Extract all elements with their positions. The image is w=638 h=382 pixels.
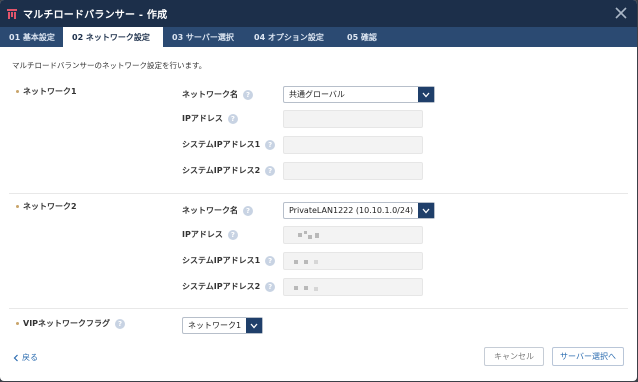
help-icon[interactable]: ?	[265, 165, 276, 176]
titlebar: マルチロードバランサー - 作成	[0, 0, 637, 27]
masked-value	[294, 286, 298, 290]
tab-confirm[interactable]: 05 確認	[337, 27, 390, 47]
network2-name-label: ネットワーク名 ?	[182, 205, 253, 216]
chevron-left-icon	[13, 354, 18, 361]
section-divider	[9, 308, 628, 309]
page-description: マルチロードバランサーのネットワーク設定を行います。	[12, 61, 207, 70]
network1-sys-ip2-label: システムIPアドレス2 ?	[182, 165, 276, 176]
masked-value	[304, 286, 308, 290]
network2-name-select[interactable]: PrivateLAN1222 (10.10.1.0/24)	[283, 202, 435, 219]
vip-flag-label: VIPネットワークフラグ ?	[16, 318, 126, 329]
network2-sys-ip1-label: システムIPアドレス1 ?	[182, 255, 276, 266]
dialog-title: マルチロードバランサー - 作成	[23, 10, 168, 21]
masked-value	[304, 260, 308, 264]
chevron-down-icon[interactable]	[246, 318, 262, 333]
network1-ip-label: IPアドレス ?	[182, 113, 238, 124]
bullet-icon	[16, 90, 19, 93]
masked-value	[314, 287, 318, 291]
masked-value	[314, 260, 318, 264]
network1-name-select[interactable]: 共通グローバル	[283, 86, 435, 103]
network2-ip-label: IPアドレス ?	[182, 229, 238, 240]
bullet-icon	[16, 322, 19, 325]
network2-ip-input[interactable]	[283, 226, 423, 244]
help-icon[interactable]: ?	[227, 113, 238, 124]
masked-value	[308, 235, 312, 239]
tab-option-settings[interactable]: 04 オプション設定	[245, 27, 337, 47]
section-divider	[9, 193, 628, 194]
masked-value	[294, 260, 298, 264]
masked-value	[304, 231, 307, 234]
tab-basic-settings[interactable]: 01 基本設定	[0, 27, 63, 47]
chevron-down-icon[interactable]	[418, 203, 434, 218]
cancel-button[interactable]: キャンセル	[484, 347, 544, 366]
network1-section-label: ネットワーク1	[16, 86, 77, 97]
create-multi-load-balancer-dialog: マルチロードバランサー - 作成 01 基本設定 02 ネットワーク設定 03 …	[0, 0, 637, 381]
help-icon[interactable]: ?	[265, 255, 276, 266]
network2-sys-ip1-input[interactable]	[283, 252, 423, 270]
help-icon[interactable]: ?	[265, 139, 276, 150]
network1-sys-ip1-input[interactable]	[283, 136, 423, 154]
network1-sys-ip1-label: システムIPアドレス1 ?	[182, 139, 276, 150]
close-icon[interactable]	[613, 5, 629, 21]
network2-sys-ip2-input[interactable]	[283, 278, 423, 296]
tab-server-selection[interactable]: 03 サーバー選択	[163, 27, 245, 47]
bullet-icon	[16, 205, 19, 208]
help-icon[interactable]: ?	[243, 205, 253, 216]
network1-ip-input[interactable]	[283, 110, 423, 128]
help-icon[interactable]: ?	[227, 229, 238, 240]
help-icon[interactable]: ?	[115, 318, 126, 329]
help-icon[interactable]: ?	[243, 89, 253, 100]
network2-section-label: ネットワーク2	[16, 201, 77, 212]
network1-sys-ip2-input[interactable]	[283, 162, 423, 180]
wizard-tabs: 01 基本設定 02 ネットワーク設定 03 サーバー選択 04 オプション設定…	[0, 27, 637, 47]
back-link[interactable]: 戻る	[13, 352, 38, 363]
network2-sys-ip2-label: システムIPアドレス2 ?	[182, 281, 276, 292]
chevron-down-icon[interactable]	[418, 87, 434, 102]
masked-value	[298, 233, 302, 237]
masked-value	[315, 233, 319, 238]
vip-network-select[interactable]: ネットワーク1	[182, 317, 263, 334]
network1-name-label: ネットワーク名 ?	[182, 89, 253, 100]
app-logo-icon	[7, 8, 17, 19]
help-icon[interactable]: ?	[265, 281, 276, 292]
tab-network-settings[interactable]: 02 ネットワーク設定	[63, 27, 163, 47]
next-server-selection-button[interactable]: サーバー選択へ	[552, 347, 624, 366]
